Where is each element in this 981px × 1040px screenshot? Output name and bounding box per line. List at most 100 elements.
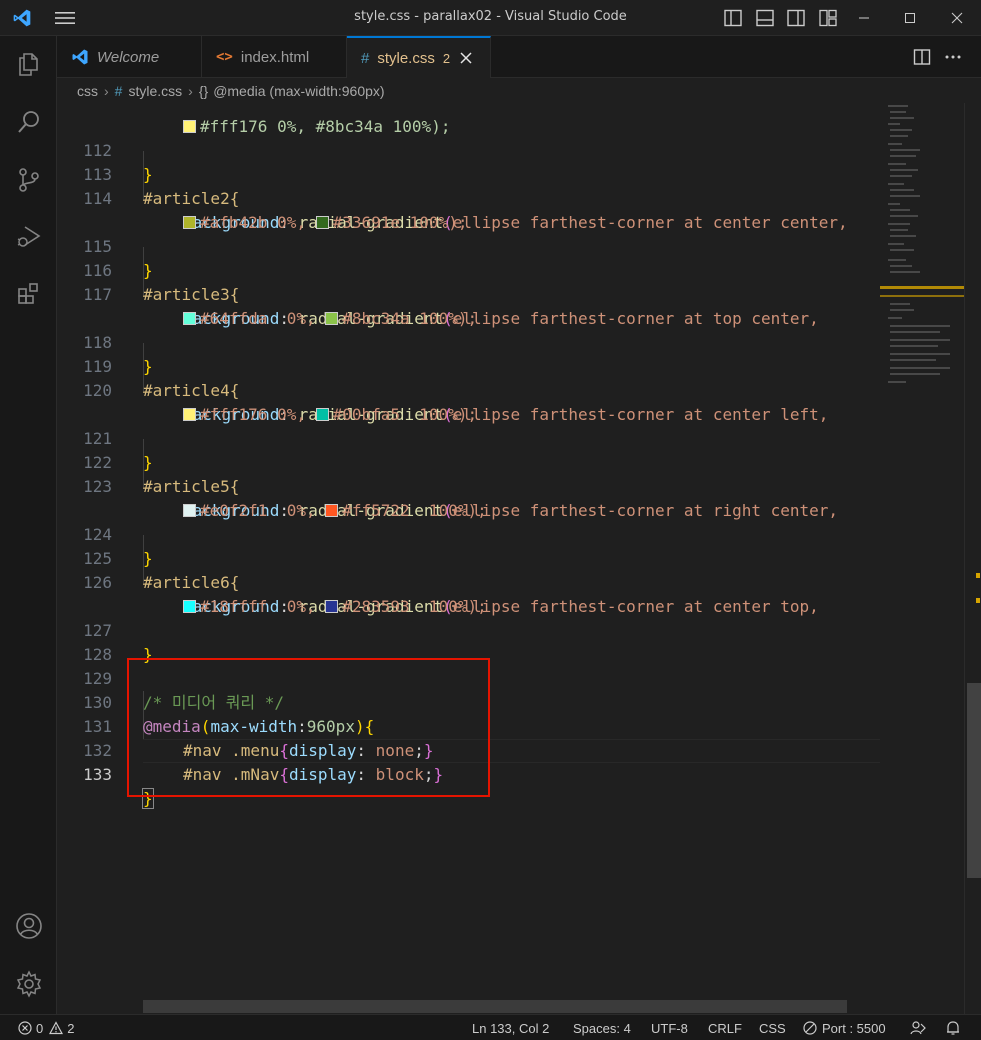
code-editor[interactable]: #fff176 0%, #8bc34a 100%); 112 } 113 #ar… — [57, 103, 981, 1014]
activity-explorer[interactable] — [0, 40, 57, 88]
error-icon — [18, 1021, 32, 1035]
tab-welcome-label: Welcome — [97, 48, 160, 66]
activity-extensions[interactable] — [0, 270, 57, 318]
horizontal-scrollbar[interactable] — [143, 1000, 847, 1013]
accounts-icon — [15, 913, 42, 939]
html-icon: <> — [216, 49, 233, 65]
code-line: #afb42b 0%, #33691e 100%); — [57, 187, 880, 232]
code-line: 115 } — [83, 237, 153, 280]
code-line: 124 } — [83, 525, 153, 568]
code-line: 129 /* 미디어 쿼리 */ — [83, 669, 285, 712]
broadcast-off-icon — [803, 1021, 817, 1035]
scrollbar-thumb[interactable] — [967, 683, 981, 878]
tab-style-css-label: style.css — [377, 49, 435, 67]
explorer-icon — [18, 53, 38, 76]
code-line: 122 #article5{ — [83, 453, 240, 496]
problem-count-badge: 2 — [442, 50, 451, 66]
customize-layout-icon[interactable] — [818, 8, 838, 28]
eol-status[interactable]: CRLF — [708, 1015, 742, 1040]
minimize-icon — [859, 17, 869, 19]
close-tab-icon[interactable] — [460, 52, 472, 64]
code-line: 125 #article6{ — [83, 549, 240, 592]
split-editor-icon[interactable] — [913, 48, 931, 66]
encoding-status[interactable]: UTF-8 — [651, 1015, 688, 1040]
activity-accounts[interactable] — [0, 902, 57, 950]
indentation-status[interactable]: Spaces: 4 — [573, 1015, 631, 1040]
warning-count: 2 — [67, 1020, 75, 1036]
code-line: 119 #article4{ — [83, 357, 240, 400]
code-line: #fff176 0%, #00bfa5 100%); — [57, 379, 880, 424]
maximize-icon — [905, 13, 915, 23]
minimap[interactable] — [880, 103, 964, 403]
code-line: #fff176 0%, #8bc34a 100%); — [57, 103, 880, 136]
code-line: 121 } — [83, 429, 153, 472]
breadcrumb: css › # style.css › {} @media (max-width… — [57, 79, 981, 103]
error-count: 0 — [36, 1020, 44, 1036]
activity-source-control[interactable] — [0, 156, 57, 204]
code-line: 112 } — [83, 141, 153, 184]
code-line: 117 background: radial-gradient(ellipse … — [83, 285, 819, 328]
code-line: 120 background: radial-gradient(ellipse … — [83, 381, 829, 424]
braces-icon: {} — [198, 83, 209, 99]
tab-welcome[interactable]: Welcome — [57, 36, 202, 78]
code-line: 123 background: radial-gradient(ellipse … — [83, 477, 839, 520]
more-actions-icon[interactable] — [944, 54, 962, 60]
toggle-secondary-sidebar-icon[interactable] — [786, 8, 806, 28]
vertical-scrollbar[interactable] — [964, 103, 981, 1014]
cursor-position[interactable]: Ln 133, Col 2 — [472, 1015, 549, 1040]
title-bar: style.css - parallax02 - Visual Studio C… — [0, 0, 981, 36]
code-line: #64ffda 0%, #8bc34a 100%); — [57, 283, 880, 328]
breadcrumb-folder[interactable]: css — [77, 83, 98, 99]
chevron-right-icon: › — [104, 83, 109, 99]
css-hash-icon: # — [361, 49, 370, 67]
search-icon — [17, 111, 39, 133]
tab-index-html-label: index.html — [240, 48, 310, 66]
source-control-icon — [18, 168, 39, 192]
code-line: 131 #nav .menu{display: none;} — [83, 717, 434, 760]
breadcrumb-symbol[interactable]: @media (max-width:960px) — [213, 83, 384, 99]
css-hash-icon: # — [114, 83, 123, 99]
manage-icon — [16, 970, 41, 998]
language-mode[interactable]: CSS — [759, 1015, 786, 1040]
feedback-button[interactable] — [910, 1015, 926, 1040]
code-line: #18ffff 0%, #283593 100%); — [57, 571, 880, 616]
minimize-button[interactable] — [841, 0, 887, 36]
code-line: 126 background: radial-gradient(ellipse … — [83, 573, 819, 616]
menu-icon[interactable] — [54, 9, 76, 27]
activity-run-debug[interactable] — [0, 212, 57, 260]
problems-status[interactable]: 0 2 — [18, 1015, 74, 1040]
code-line: 127 } — [83, 621, 153, 664]
chevron-right-icon: › — [188, 83, 193, 99]
breadcrumb-file[interactable]: style.css — [128, 83, 182, 99]
bell-icon — [947, 1021, 959, 1035]
vscode-logo-icon — [13, 9, 31, 27]
code-line: #e0f2f1 0%, #ff5722 100%); — [57, 475, 880, 520]
status-bar: 0 2 Ln 133, Col 2 Spaces: 4 UTF-8 CRLF C… — [0, 1014, 981, 1040]
code-line: 133 } — [83, 765, 154, 809]
code-line: 113 #article2{ — [83, 165, 240, 208]
maximize-button[interactable] — [887, 0, 933, 36]
code-line: 114 background: radial-gradient(ellipse … — [83, 189, 848, 232]
code-line: 128 — [83, 645, 112, 664]
toggle-primary-sidebar-icon[interactable] — [723, 8, 743, 28]
live-server-port[interactable]: Port : 5500 — [803, 1015, 886, 1040]
editor-tabs: Welcome <> index.html # style.css 2 — [57, 36, 981, 78]
notifications-button[interactable] — [946, 1015, 960, 1040]
close-window-button[interactable] — [933, 0, 981, 36]
code-line: 132 #nav .mNav{display: block;} — [83, 741, 444, 784]
run-debug-icon — [17, 226, 40, 247]
vscode-icon — [72, 49, 88, 65]
tab-style-css[interactable]: # style.css 2 — [347, 36, 491, 78]
code-line: 116 #article3{ — [83, 261, 240, 304]
code-line: 118 } — [83, 333, 153, 376]
activity-search[interactable] — [0, 98, 57, 146]
tab-index-html[interactable]: <> index.html — [202, 36, 347, 78]
activity-bar — [0, 36, 57, 1014]
activity-manage[interactable] — [0, 960, 57, 1008]
extensions-icon — [17, 283, 38, 304]
close-icon — [951, 12, 963, 24]
feedback-icon — [910, 1021, 926, 1035]
code-line: 130 @media(max-width:960px){ — [83, 693, 375, 736]
warning-icon — [49, 1021, 64, 1035]
toggle-panel-icon[interactable] — [755, 8, 775, 28]
